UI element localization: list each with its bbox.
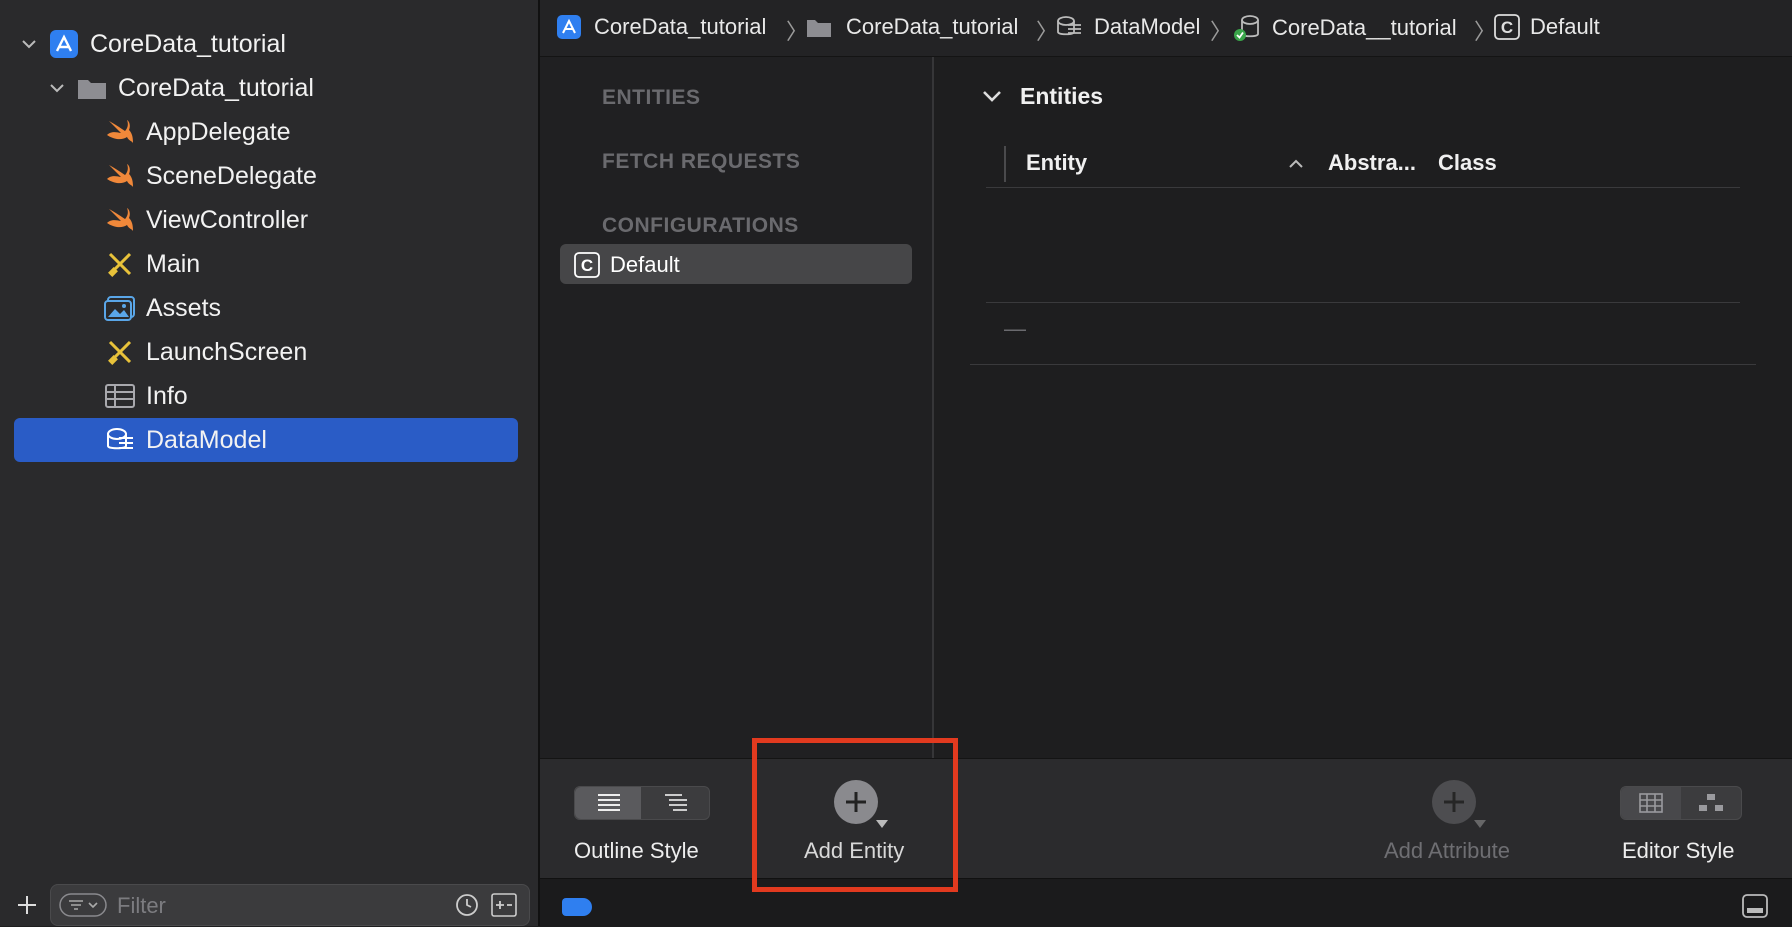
status-bar	[540, 878, 1792, 927]
column-header-entity[interactable]: Entity	[1026, 150, 1087, 176]
breadcrumb-label: CoreData_tutorial	[846, 14, 1019, 39]
folder-icon	[76, 72, 108, 104]
add-attribute-label[interactable]: Add Attribute	[1384, 838, 1510, 864]
swift-icon	[104, 160, 136, 192]
breadcrumb-item-datamodel[interactable]: DataModel	[1056, 14, 1200, 40]
file-label: Info	[146, 382, 188, 410]
column-header-abstract[interactable]: Abstra...	[1328, 150, 1416, 176]
plist-icon	[104, 380, 136, 412]
editor-style-graph-segment[interactable]	[1682, 787, 1740, 819]
sort-ascending-icon	[1289, 159, 1303, 168]
outline-style-hierarchy-segment[interactable]	[642, 787, 708, 819]
svg-text:C: C	[1501, 18, 1513, 37]
tree-row-file[interactable]: ViewController	[0, 198, 539, 242]
graph-icon	[1699, 794, 1723, 811]
list-icon	[598, 794, 620, 811]
breadcrumb-item-project[interactable]: CoreData_tutorial	[556, 14, 766, 40]
project-icon	[48, 28, 80, 60]
annotation-highlight-box	[752, 738, 958, 892]
tree-row-file[interactable]: LaunchScreen	[0, 330, 539, 374]
add-attribute-button[interactable]	[1432, 780, 1486, 830]
section-divider	[970, 364, 1756, 365]
storyboard-icon	[104, 248, 136, 280]
tree-row-project[interactable]: CoreData_tutorial	[0, 22, 539, 66]
tree-row-file-selected[interactable]: DataModel	[0, 418, 539, 462]
breadcrumb-separator: 〉	[1474, 19, 1497, 44]
plus-circle-icon	[1432, 780, 1476, 824]
tree-row-file[interactable]: Assets	[0, 286, 539, 330]
datamodel-icon	[104, 424, 136, 456]
breadcrumb-item-configuration[interactable]: C Default	[1494, 14, 1600, 40]
breadcrumb-label: CoreData_tutorial	[594, 14, 767, 39]
column-divider[interactable]	[1004, 146, 1006, 182]
indented-list-icon	[665, 794, 687, 811]
svg-text:C: C	[581, 256, 593, 275]
project-icon	[557, 15, 581, 39]
breadcrumb-label: Default	[1530, 14, 1600, 39]
table-bottom-divider	[986, 302, 1740, 303]
configurations-section-header[interactable]: CONFIGURATIONS	[602, 214, 799, 238]
assets-icon	[104, 292, 136, 324]
breadcrumb-label: DataModel	[1094, 14, 1201, 39]
filter-field[interactable]: Filter	[50, 884, 530, 926]
tree-row-group[interactable]: CoreData_tutorial	[0, 66, 539, 110]
entities-section-title: Entities	[1020, 83, 1104, 109]
fetch-requests-section-header[interactable]: FETCH REQUESTS	[602, 150, 800, 174]
file-label: Main	[146, 250, 201, 278]
editor-style-label: Editor Style	[1622, 838, 1735, 863]
tree-row-file[interactable]: SceneDelegate	[0, 154, 539, 198]
editor-style-table-segment[interactable]	[1621, 787, 1681, 819]
swift-icon	[104, 116, 136, 148]
model-version-icon	[1234, 15, 1259, 41]
chevron-down-icon[interactable]	[22, 37, 36, 51]
recent-files-icon[interactable]	[455, 893, 479, 917]
outline-style-control[interactable]	[574, 786, 710, 820]
chevron-down-icon[interactable]	[50, 81, 64, 95]
breadcrumb-item-version[interactable]: CoreData__tutorial	[1232, 14, 1457, 42]
breadcrumb-item-group[interactable]: CoreData_tutorial	[806, 14, 1018, 40]
tree-row-file[interactable]: Info	[0, 374, 539, 418]
editor-bottom-toolbar	[540, 758, 1792, 879]
file-label: AppDelegate	[146, 118, 291, 146]
table-header-divider	[986, 187, 1740, 188]
empty-row-marker: —	[1004, 316, 1026, 341]
configuration-row-default[interactable]: C Default	[560, 244, 912, 284]
breadcrumb-separator: 〉	[786, 19, 809, 44]
chevron-down-icon[interactable]	[982, 88, 1002, 104]
configuration-icon: C	[574, 252, 600, 278]
configuration-label: Default	[610, 252, 680, 277]
filter-placeholder: Filter	[117, 893, 166, 918]
outline-style-table-segment[interactable]	[575, 787, 641, 819]
breadcrumb-label: CoreData__tutorial	[1272, 15, 1457, 40]
source-control-filter-icon[interactable]	[491, 893, 517, 917]
breadcrumb-separator: 〉	[1210, 19, 1233, 44]
folder-icon	[807, 20, 831, 37]
file-label: LaunchScreen	[146, 338, 308, 366]
tree-row-file[interactable]: AppDelegate	[0, 110, 539, 154]
breadcrumb-separator: 〉	[1036, 19, 1059, 44]
configuration-icon: C	[1494, 14, 1520, 40]
file-label: DataModel	[146, 426, 267, 454]
tree-row-file[interactable]: Main	[0, 242, 539, 286]
storyboard-icon	[104, 336, 136, 368]
file-label: SceneDelegate	[146, 162, 317, 190]
debug-area-toggle-icon[interactable]	[1742, 894, 1768, 918]
filter-options-icon[interactable]	[59, 893, 107, 917]
dropdown-triangle-icon[interactable]	[1474, 820, 1486, 829]
swift-icon	[104, 204, 136, 236]
group-name: CoreData_tutorial	[118, 74, 314, 102]
add-icon[interactable]	[16, 894, 38, 916]
datamodel-icon	[1057, 16, 1081, 36]
column-header-class[interactable]: Class	[1438, 150, 1497, 176]
outline-style-label: Outline Style	[574, 838, 699, 863]
project-name: CoreData_tutorial	[90, 30, 286, 58]
breakpoint-toggle-icon[interactable]	[562, 898, 592, 916]
table-grid-icon	[1639, 793, 1663, 813]
file-label: Assets	[146, 294, 222, 322]
entities-section-header[interactable]: ENTITIES	[602, 86, 701, 110]
editor-style-control[interactable]	[1620, 786, 1742, 820]
file-label: ViewController	[146, 206, 309, 234]
